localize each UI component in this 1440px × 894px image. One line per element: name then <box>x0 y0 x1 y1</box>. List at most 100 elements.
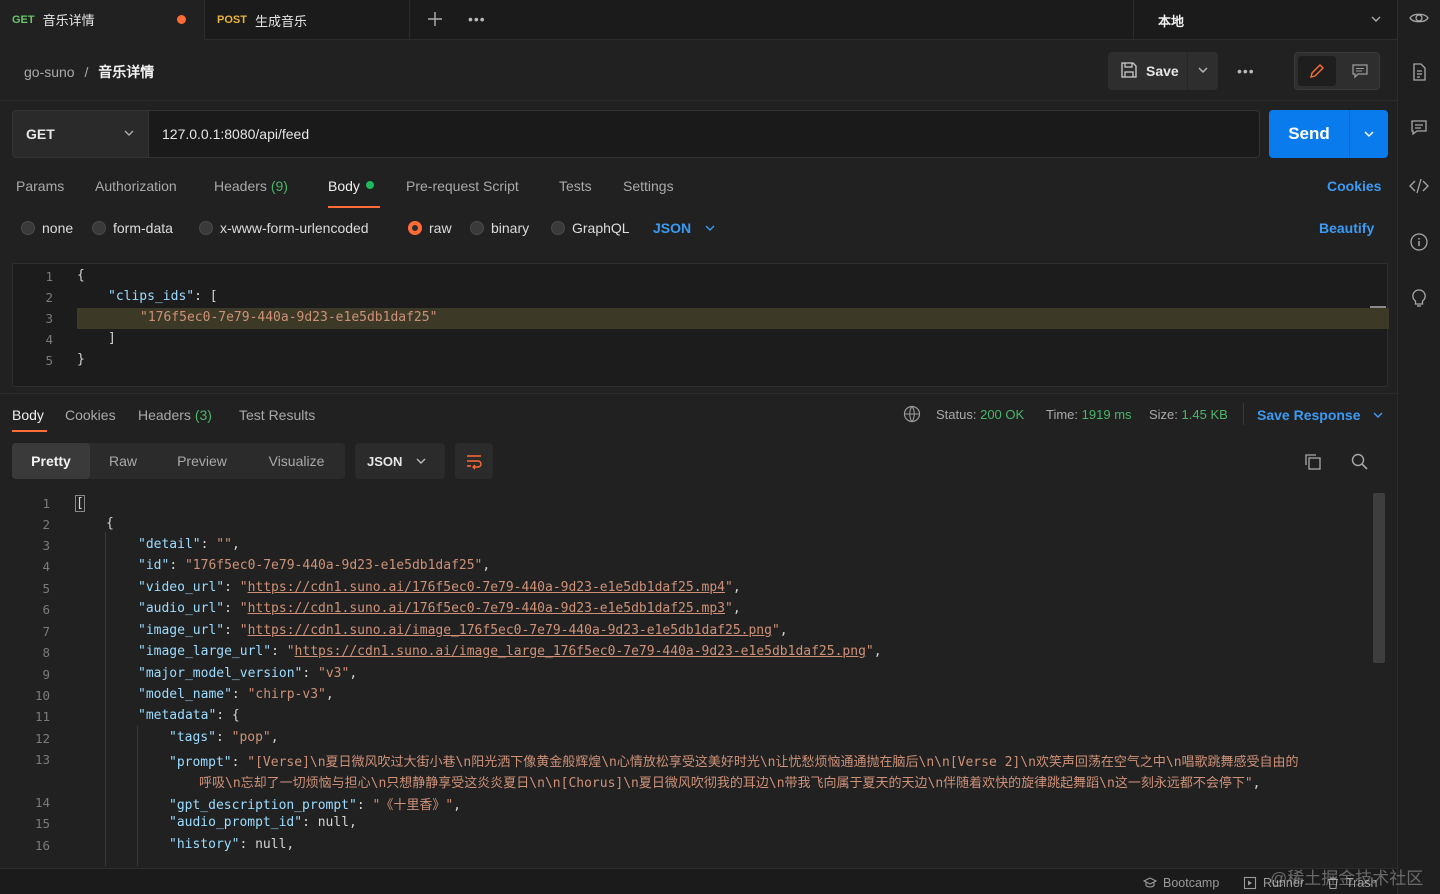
radio-binary[interactable]: binary <box>470 220 529 236</box>
tab-tests[interactable]: Tests <box>559 178 592 194</box>
tab-pre-request-script[interactable]: Pre-request Script <box>406 178 519 194</box>
response-tab-test-results[interactable]: Test Results <box>239 407 315 423</box>
send-options-chevron-icon[interactable] <box>1350 127 1388 141</box>
code-line-wrapped: 呼吸\n忘却了一切烦恼与担心\n只想静静享受这炎炎夏日\n\n[Chorus]\… <box>199 776 1261 791</box>
body-format-label: JSON <box>653 220 692 236</box>
vertical-scrollbar[interactable] <box>1373 493 1385 663</box>
divider <box>0 100 1397 101</box>
code-line: 10 "model_name": "chirp-v3", <box>0 685 1390 706</box>
tab-music-detail[interactable]: GET 音乐详情 <box>0 0 205 40</box>
line-number: 10 <box>34 688 50 703</box>
size-info[interactable]: Size: 1.45 KB <box>1149 407 1228 422</box>
comment-mode-icon[interactable] <box>1343 56 1377 86</box>
json-link[interactable]: https://cdn1.suno.ai/176f5ec0-7e79-440a-… <box>248 601 725 616</box>
code-line: { <box>77 268 85 283</box>
code-line: 4 "id": "176f5ec0-7e79-440a-9d23-e1e5db1d… <box>0 556 1390 577</box>
url-input[interactable]: 127.0.0.1:8080/api/feed <box>149 110 1260 158</box>
code-icon[interactable] <box>1409 176 1429 196</box>
code-line: 9 "major_model_version": "v3", <box>0 664 1390 685</box>
radio-none[interactable]: none <box>21 220 73 236</box>
radio-label: GraphQL <box>572 220 630 236</box>
breadcrumb-request[interactable]: 音乐详情 <box>98 64 154 80</box>
line-number: 12 <box>34 731 50 746</box>
line-number: 2 <box>45 290 53 305</box>
environment-selector[interactable]: 本地 <box>1133 0 1397 40</box>
view-visualize[interactable]: Visualize <box>248 443 345 479</box>
radio-label: raw <box>429 220 452 236</box>
code-line: 6 "audio_url": "https://cdn1.suno.ai/176f… <box>0 599 1390 620</box>
response-format-select[interactable]: JSON <box>355 443 445 479</box>
json-string: "176f5ec0-7e79-440a-9d23-e1e5db1daf25" <box>140 310 438 325</box>
documentation-icon[interactable] <box>1409 62 1429 82</box>
radio-circle-icon <box>92 221 106 235</box>
info-icon[interactable] <box>1409 232 1429 252</box>
save-button[interactable]: Save <box>1108 52 1188 90</box>
json-key: "audio_url" <box>138 601 225 616</box>
bootcamp-button[interactable]: Bootcamp <box>1143 876 1219 890</box>
response-tab-headers[interactable]: Headers (3) <box>138 407 212 423</box>
request-more-icon[interactable]: ••• <box>1237 63 1255 79</box>
lightbulb-icon[interactable] <box>1409 288 1429 308</box>
tab-headers[interactable]: Headers (9) <box>214 178 288 194</box>
radio-label: binary <box>491 220 530 236</box>
json-link[interactable]: https://cdn1.suno.ai/176f5ec0-7e79-440a-… <box>248 580 725 595</box>
method-select[interactable]: GET <box>12 110 149 158</box>
line-number: 8 <box>42 645 50 660</box>
send-button[interactable]: Send <box>1269 124 1349 144</box>
edit-pencil-icon[interactable] <box>1298 56 1336 86</box>
response-body-viewer[interactable]: 1[ 2{ 3 "detail": "", 4 "id": "176f5ec0-7e… <box>0 490 1390 866</box>
json-null: null <box>317 815 350 830</box>
tab-params[interactable]: Params <box>16 178 64 194</box>
json-string: "pop" <box>231 730 271 745</box>
code-line: 1[ <box>0 493 1390 514</box>
size-value: 1.45 KB <box>1181 407 1228 422</box>
view-pretty[interactable]: Pretty <box>12 443 90 479</box>
search-icon[interactable] <box>1350 452 1370 475</box>
view-preview[interactable]: Preview <box>156 443 248 479</box>
body-format-select[interactable]: JSON <box>653 220 717 236</box>
view-raw[interactable]: Raw <box>90 443 156 479</box>
radio-form-data[interactable]: form-data <box>92 220 173 236</box>
beautify-link[interactable]: Beautify <box>1319 220 1374 236</box>
tab-settings[interactable]: Settings <box>623 178 674 194</box>
bootcamp-icon <box>1143 877 1157 888</box>
radio-graphql[interactable]: GraphQL <box>551 220 630 236</box>
save-options-chevron-icon[interactable] <box>1188 63 1218 80</box>
status-info[interactable]: Status: 200 OK <box>936 407 1024 422</box>
radio-urlencoded[interactable]: x-www-form-urlencoded <box>199 220 369 236</box>
json-string: "chirp-v3" <box>247 687 326 702</box>
eye-icon[interactable] <box>1409 8 1429 28</box>
code-line: } <box>77 352 85 367</box>
json-key: "model_name" <box>138 687 232 702</box>
response-tab-body[interactable]: Body <box>12 407 44 423</box>
save-disk-icon <box>1120 61 1138 82</box>
time-info[interactable]: Time: 1919 ms <box>1046 407 1132 422</box>
line-number: 13 <box>34 752 50 767</box>
bootcamp-label: Bootcamp <box>1163 876 1220 890</box>
wrap-lines-icon[interactable] <box>455 443 493 479</box>
request-body-editor[interactable]: 1 2 3 4 5 { "clips_ids": [ "176f5ec0-7e7… <box>12 263 1389 387</box>
tabs-more-icon[interactable]: ••• <box>468 11 486 27</box>
tab-label: 生成音乐 <box>254 13 307 29</box>
json-link[interactable]: https://cdn1.suno.ai/image_large_176f5ec… <box>295 644 866 659</box>
tab-body[interactable]: Body <box>328 178 374 194</box>
globe-icon[interactable] <box>903 405 921 426</box>
code-line: 14 "gpt_description_prompt": "《十里香》", <box>0 792 1390 813</box>
new-tab-plus-icon[interactable] <box>425 9 445 29</box>
save-response-label: Save Response <box>1257 407 1361 423</box>
tab-authorization[interactable]: Authorization <box>95 178 177 194</box>
copy-icon[interactable] <box>1303 452 1323 475</box>
breadcrumb-separator: / <box>84 64 89 80</box>
json-link[interactable]: https://cdn1.suno.ai/image_176f5ec0-7e79… <box>248 623 772 638</box>
divider <box>1243 403 1244 425</box>
tab-generate-music[interactable]: POST 生成音乐 <box>205 0 410 40</box>
code-line: 5 "video_url": "https://cdn1.suno.ai/176f… <box>0 578 1390 599</box>
comments-icon[interactable] <box>1409 118 1429 138</box>
cookies-link[interactable]: Cookies <box>1327 178 1381 194</box>
breadcrumb-collection[interactable]: go-suno <box>24 64 75 80</box>
response-tab-cookies[interactable]: Cookies <box>65 407 116 423</box>
response-format-label: JSON <box>367 453 403 469</box>
radio-label: x-www-form-urlencoded <box>220 220 369 236</box>
radio-raw[interactable]: raw <box>408 220 452 236</box>
save-response-button[interactable]: Save Response <box>1257 407 1385 423</box>
